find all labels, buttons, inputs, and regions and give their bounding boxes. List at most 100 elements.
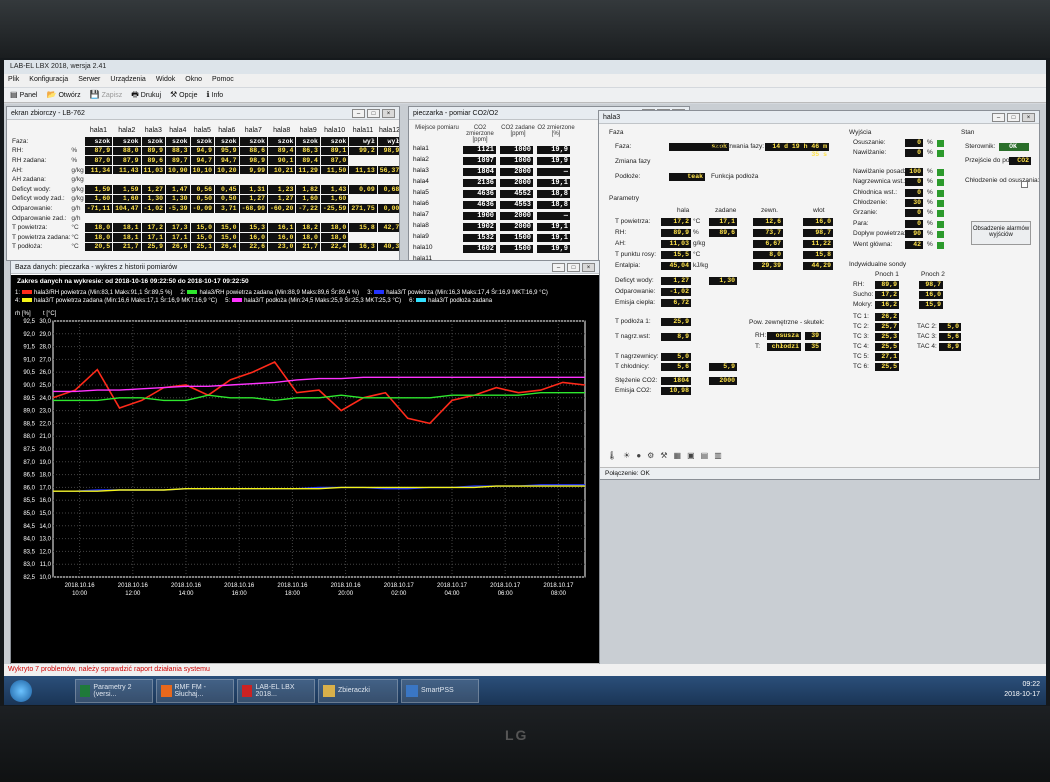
- legend-entry[interactable]: 2: hala3/RH powietrza zadana (Min:88,9 Ma…: [180, 289, 359, 297]
- summary-cell[interactable]: 271,75: [349, 204, 377, 213]
- menu-item-5[interactable]: Okno: [185, 76, 202, 85]
- param-zewn[interactable]: 29,39: [753, 262, 783, 270]
- summary-cell[interactable]: szok: [141, 137, 166, 146]
- summary-window[interactable]: ekran zbiorczy - LB-762– □ × hala1 hala2 hal…: [6, 106, 400, 261]
- co2-cell[interactable]: 19,1: [537, 234, 570, 242]
- summary-cell[interactable]: [349, 233, 376, 242]
- summary-cell[interactable]: -7,22: [296, 204, 320, 213]
- co2-cell[interactable]: 4552: [500, 190, 533, 198]
- output-value[interactable]: 42: [905, 240, 923, 249]
- summary-cell[interactable]: [378, 214, 399, 223]
- sonda-value-1[interactable]: 89,9: [875, 281, 899, 289]
- output-value[interactable]: 30: [905, 199, 923, 207]
- hala3-tool-icon-3[interactable]: ⚙: [647, 451, 654, 460]
- legend-entry[interactable]: 1: hala3/RH powietrza (Min:83,1 Maks:91,1…: [15, 289, 172, 297]
- summary-cell[interactable]: 11,29: [296, 165, 320, 175]
- chlodzenie-checkbox[interactable]: [1021, 181, 1028, 188]
- summary-cell[interactable]: 89,1: [320, 146, 349, 156]
- param-hala[interactable]: 15,5: [661, 251, 691, 259]
- co2-cell[interactable]: 1532: [463, 234, 496, 242]
- sonda-value-2[interactable]: 15,9: [919, 301, 943, 309]
- sterownik-value[interactable]: OK: [999, 143, 1029, 151]
- co2-cell[interactable]: 1000: [500, 146, 533, 154]
- co2-cell[interactable]: 19,1: [537, 179, 570, 187]
- hala3-tool-icon-1[interactable]: ☀: [623, 451, 630, 460]
- co2-cell[interactable]: 1121: [463, 146, 496, 154]
- summary-cell[interactable]: [349, 175, 376, 184]
- summary-cell[interactable]: 90,1: [268, 156, 296, 165]
- summary-cell[interactable]: 89,9: [141, 146, 166, 156]
- sonda-value-1[interactable]: 16,2: [875, 301, 899, 309]
- legend-entry[interactable]: 6: hala3/T podłoża zadana: [409, 297, 492, 305]
- toolbar-button-2[interactable]: 💾 Zapisz: [88, 90, 125, 100]
- param-zewn[interactable]: 8,0: [753, 251, 783, 259]
- summary-cell[interactable]: -1,02: [141, 204, 166, 213]
- summary-cell[interactable]: szok: [113, 137, 141, 146]
- menu-item-3[interactable]: Urządzenia: [110, 76, 145, 85]
- summary-cell[interactable]: 10,20: [215, 165, 239, 175]
- minimize-icon[interactable]: –: [552, 262, 565, 272]
- output-value[interactable]: 0: [905, 149, 923, 158]
- co2-cell[interactable]: 1900: [463, 212, 496, 220]
- summary-cell[interactable]: [268, 175, 295, 184]
- summary-cell[interactable]: 1,23: [268, 184, 296, 194]
- summary-cell[interactable]: szok: [84, 137, 113, 146]
- pow-t-value[interactable]: 35: [805, 343, 821, 351]
- summary-cell[interactable]: 10,90: [166, 165, 190, 175]
- co2-cell[interactable]: 1000: [500, 157, 533, 165]
- taskbar-item-2[interactable]: LAB-EL LBX 2018...: [237, 678, 315, 703]
- co2-cell[interactable]: 2000: [500, 212, 533, 220]
- tc-value[interactable]: 26,2: [875, 313, 899, 321]
- summary-cell[interactable]: 15,0: [215, 223, 239, 232]
- summary-cell[interactable]: 16,1: [268, 223, 296, 232]
- summary-cell[interactable]: 89,7: [166, 156, 190, 165]
- summary-cell[interactable]: [321, 214, 348, 223]
- param-hala[interactable]: 17,2: [661, 218, 691, 226]
- summary-cell[interactable]: [378, 175, 399, 184]
- hala3-tool-icon-2[interactable]: ●: [636, 451, 641, 460]
- param-zewn[interactable]: 6,67: [753, 240, 783, 248]
- output-value[interactable]: 100: [905, 167, 923, 176]
- summary-cell[interactable]: 25,1: [190, 242, 215, 252]
- summary-cell[interactable]: 17,2: [141, 223, 166, 232]
- emisja-value[interactable]: 6,72: [661, 299, 691, 307]
- t-podloza-value[interactable]: 25,9: [661, 318, 691, 326]
- summary-cell[interactable]: 3,71: [215, 204, 239, 213]
- tc-value[interactable]: 25,5: [875, 343, 899, 351]
- summary-cell[interactable]: -25,59: [320, 204, 349, 213]
- summary-cell[interactable]: 15,0: [215, 232, 239, 242]
- summary-cell[interactable]: 11,50: [320, 165, 349, 175]
- summary-cell[interactable]: 17,1: [166, 232, 190, 242]
- co2-cell[interactable]: 1804: [463, 168, 496, 176]
- summary-cell[interactable]: 18,2: [296, 223, 320, 232]
- toolbar-button-5[interactable]: ℹ Info: [204, 90, 225, 100]
- chart-window-titlebar[interactable]: Baza danych: pieczarka - wykres z histor…: [11, 261, 599, 274]
- pow-rh-value[interactable]: 39: [805, 332, 821, 340]
- summary-cell[interactable]: 98,9: [377, 146, 399, 156]
- summary-cell[interactable]: 99,2: [349, 146, 377, 156]
- tc-value[interactable]: 25,5: [875, 363, 899, 371]
- summary-cell[interactable]: -68,99: [239, 204, 267, 213]
- co2-cell[interactable]: 2000: [500, 223, 533, 231]
- co2-cell[interactable]: —: [537, 168, 570, 176]
- summary-cell[interactable]: 1,59: [84, 184, 113, 194]
- summary-cell[interactable]: 88,0: [113, 146, 141, 156]
- param-zewn[interactable]: 73,7: [753, 229, 783, 237]
- summary-cell[interactable]: 0,09: [349, 184, 377, 194]
- summary-cell[interactable]: [378, 233, 399, 242]
- hala3-tool-icon-8[interactable]: ▥: [714, 451, 722, 460]
- hala3-window-titlebar[interactable]: hala3 – □ ×: [599, 111, 1039, 124]
- summary-cell[interactable]: 10,21: [268, 165, 296, 175]
- summary-cell[interactable]: 1,31: [239, 184, 267, 194]
- summary-cell[interactable]: 89,4: [268, 146, 296, 156]
- menu-item-0[interactable]: Plik: [8, 76, 19, 85]
- maximize-icon[interactable]: □: [367, 108, 380, 118]
- legend-entry[interactable]: 5: hala3/T podłoża (Min:24,5 Maks:25,9 Śr…: [225, 297, 401, 305]
- co2-cell[interactable]: 2000: [500, 179, 533, 187]
- emisja-co2-value[interactable]: 10,98: [661, 387, 691, 395]
- summary-window-titlebar[interactable]: ekran zbiorczy - LB-762 – □ ×: [7, 107, 399, 120]
- summary-cell[interactable]: 18,1: [113, 223, 141, 232]
- summary-cell[interactable]: 87,9: [84, 146, 113, 156]
- summary-cell[interactable]: -60,20: [268, 204, 296, 213]
- summary-cell[interactable]: 1,60: [320, 194, 349, 204]
